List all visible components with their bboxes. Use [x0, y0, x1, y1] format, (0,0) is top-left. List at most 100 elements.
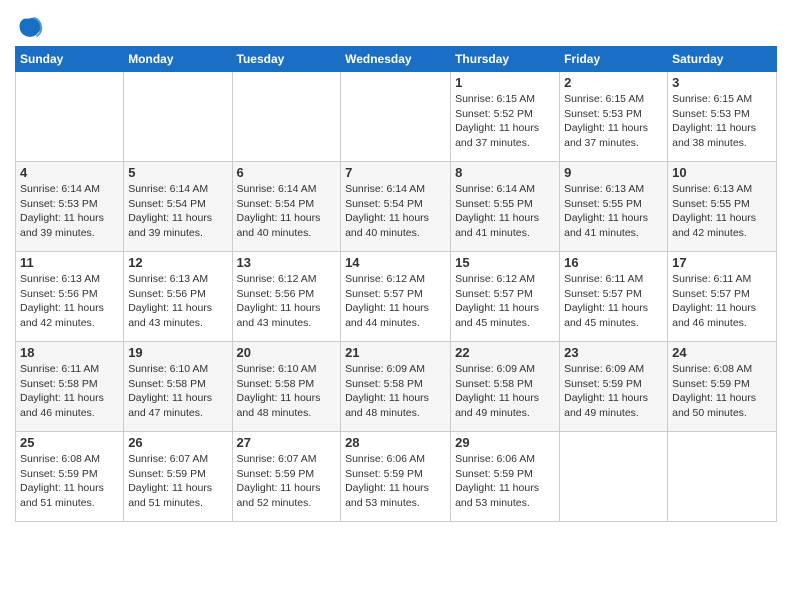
- calendar-cell: 1 Sunrise: 6:15 AM Sunset: 5:52 PM Daylig…: [451, 72, 560, 162]
- weekday-header-saturday: Saturday: [668, 47, 777, 72]
- day-number: 14: [345, 255, 446, 270]
- calendar-cell: 19Sunrise: 6:10 AM Sunset: 5:58 PM Dayli…: [124, 342, 232, 432]
- day-number: 24: [672, 345, 772, 360]
- day-number: 3: [672, 75, 772, 90]
- calendar-cell: 8 Sunrise: 6:14 AM Sunset: 5:55 PM Daylig…: [451, 162, 560, 252]
- calendar-cell: 26Sunrise: 6:07 AM Sunset: 5:59 PM Dayli…: [124, 432, 232, 522]
- day-number: 13: [237, 255, 337, 270]
- calendar-table: SundayMondayTuesdayWednesdayThursdayFrid…: [15, 46, 777, 522]
- day-number: 10: [672, 165, 772, 180]
- day-info: Sunrise: 6:14 AM Sunset: 5:54 PM Dayligh…: [128, 182, 227, 241]
- calendar-cell: 21 Sunrise: 6:09 AM Sunset: 5:58 PM Dayli…: [341, 342, 451, 432]
- weekday-header-sunday: Sunday: [16, 47, 124, 72]
- calendar-cell: 22 Sunrise: 6:09 AM Sunset: 5:58 PM Dayli…: [451, 342, 560, 432]
- weekday-header-row: SundayMondayTuesdayWednesdayThursdayFrid…: [16, 47, 777, 72]
- logo-icon: [15, 14, 43, 42]
- day-number: 12: [128, 255, 227, 270]
- day-number: 2: [564, 75, 663, 90]
- header: [15, 10, 777, 42]
- calendar-cell: 13 Sunrise: 6:12 AM Sunset: 5:56 PM Dayli…: [232, 252, 341, 342]
- day-number: 22: [455, 345, 555, 360]
- day-info: Sunrise: 6:13 AM Sunset: 5:55 PM Dayligh…: [564, 182, 663, 241]
- calendar-week-2: 4 Sunrise: 6:14 AM Sunset: 5:53 PM Daylig…: [16, 162, 777, 252]
- calendar-cell: 2 Sunrise: 6:15 AM Sunset: 5:53 PM Daylig…: [560, 72, 668, 162]
- day-info: Sunrise: 6:15 AM Sunset: 5:53 PM Dayligh…: [564, 92, 663, 151]
- day-number: 29: [455, 435, 555, 450]
- day-number: 9: [564, 165, 663, 180]
- day-info: Sunrise: 6:11 AM Sunset: 5:57 PM Dayligh…: [672, 272, 772, 331]
- weekday-header-wednesday: Wednesday: [341, 47, 451, 72]
- calendar-cell: 4 Sunrise: 6:14 AM Sunset: 5:53 PM Daylig…: [16, 162, 124, 252]
- day-number: 21: [345, 345, 446, 360]
- calendar-cell: 9 Sunrise: 6:13 AM Sunset: 5:55 PM Daylig…: [560, 162, 668, 252]
- calendar-cell: 24 Sunrise: 6:08 AM Sunset: 5:59 PM Dayli…: [668, 342, 777, 432]
- day-number: 18: [20, 345, 119, 360]
- calendar-cell: 28 Sunrise: 6:06 AM Sunset: 5:59 PM Dayli…: [341, 432, 451, 522]
- day-info: Sunrise: 6:12 AM Sunset: 5:56 PM Dayligh…: [237, 272, 337, 331]
- calendar-cell: [341, 72, 451, 162]
- day-info: Sunrise: 6:09 AM Sunset: 5:58 PM Dayligh…: [345, 362, 446, 421]
- calendar-week-1: 1 Sunrise: 6:15 AM Sunset: 5:52 PM Daylig…: [16, 72, 777, 162]
- day-info: Sunrise: 6:08 AM Sunset: 5:59 PM Dayligh…: [672, 362, 772, 421]
- calendar-cell: 10 Sunrise: 6:13 AM Sunset: 5:55 PM Dayli…: [668, 162, 777, 252]
- day-number: 16: [564, 255, 663, 270]
- weekday-header-friday: Friday: [560, 47, 668, 72]
- day-info: Sunrise: 6:07 AM Sunset: 5:59 PM Dayligh…: [237, 452, 337, 511]
- day-number: 27: [237, 435, 337, 450]
- calendar-week-4: 18Sunrise: 6:11 AM Sunset: 5:58 PM Dayli…: [16, 342, 777, 432]
- day-number: 8: [455, 165, 555, 180]
- logo: [15, 14, 46, 42]
- day-number: 20: [237, 345, 337, 360]
- calendar-cell: 18Sunrise: 6:11 AM Sunset: 5:58 PM Dayli…: [16, 342, 124, 432]
- day-info: Sunrise: 6:14 AM Sunset: 5:55 PM Dayligh…: [455, 182, 555, 241]
- calendar-cell: 15Sunrise: 6:12 AM Sunset: 5:57 PM Dayli…: [451, 252, 560, 342]
- calendar-cell: 5 Sunrise: 6:14 AM Sunset: 5:54 PM Daylig…: [124, 162, 232, 252]
- day-info: Sunrise: 6:10 AM Sunset: 5:58 PM Dayligh…: [237, 362, 337, 421]
- day-number: 19: [128, 345, 227, 360]
- day-info: Sunrise: 6:14 AM Sunset: 5:54 PM Dayligh…: [345, 182, 446, 241]
- day-number: 7: [345, 165, 446, 180]
- day-info: Sunrise: 6:06 AM Sunset: 5:59 PM Dayligh…: [345, 452, 446, 511]
- day-info: Sunrise: 6:06 AM Sunset: 5:59 PM Dayligh…: [455, 452, 555, 511]
- day-info: Sunrise: 6:15 AM Sunset: 5:52 PM Dayligh…: [455, 92, 555, 151]
- day-info: Sunrise: 6:12 AM Sunset: 5:57 PM Dayligh…: [455, 272, 555, 331]
- day-info: Sunrise: 6:09 AM Sunset: 5:58 PM Dayligh…: [455, 362, 555, 421]
- day-info: Sunrise: 6:13 AM Sunset: 5:55 PM Dayligh…: [672, 182, 772, 241]
- calendar-cell: 12 Sunrise: 6:13 AM Sunset: 5:56 PM Dayli…: [124, 252, 232, 342]
- day-number: 6: [237, 165, 337, 180]
- calendar-cell: [560, 432, 668, 522]
- day-number: 25: [20, 435, 119, 450]
- day-number: 28: [345, 435, 446, 450]
- day-number: 5: [128, 165, 227, 180]
- day-info: Sunrise: 6:13 AM Sunset: 5:56 PM Dayligh…: [20, 272, 119, 331]
- calendar-cell: [232, 72, 341, 162]
- calendar-cell: [668, 432, 777, 522]
- weekday-header-tuesday: Tuesday: [232, 47, 341, 72]
- day-number: 17: [672, 255, 772, 270]
- calendar-cell: 16 Sunrise: 6:11 AM Sunset: 5:57 PM Dayli…: [560, 252, 668, 342]
- calendar-cell: 27 Sunrise: 6:07 AM Sunset: 5:59 PM Dayli…: [232, 432, 341, 522]
- day-info: Sunrise: 6:13 AM Sunset: 5:56 PM Dayligh…: [128, 272, 227, 331]
- calendar-cell: 17 Sunrise: 6:11 AM Sunset: 5:57 PM Dayli…: [668, 252, 777, 342]
- weekday-header-monday: Monday: [124, 47, 232, 72]
- day-info: Sunrise: 6:14 AM Sunset: 5:53 PM Dayligh…: [20, 182, 119, 241]
- calendar-cell: 3Sunrise: 6:15 AM Sunset: 5:53 PM Daylig…: [668, 72, 777, 162]
- day-info: Sunrise: 6:14 AM Sunset: 5:54 PM Dayligh…: [237, 182, 337, 241]
- day-info: Sunrise: 6:11 AM Sunset: 5:57 PM Dayligh…: [564, 272, 663, 331]
- day-number: 4: [20, 165, 119, 180]
- day-number: 23: [564, 345, 663, 360]
- calendar-cell: 11Sunrise: 6:13 AM Sunset: 5:56 PM Dayli…: [16, 252, 124, 342]
- calendar-week-5: 25 Sunrise: 6:08 AM Sunset: 5:59 PM Dayli…: [16, 432, 777, 522]
- day-info: Sunrise: 6:12 AM Sunset: 5:57 PM Dayligh…: [345, 272, 446, 331]
- weekday-header-thursday: Thursday: [451, 47, 560, 72]
- day-info: Sunrise: 6:08 AM Sunset: 5:59 PM Dayligh…: [20, 452, 119, 511]
- calendar-cell: 20 Sunrise: 6:10 AM Sunset: 5:58 PM Dayli…: [232, 342, 341, 432]
- calendar-cell: 7 Sunrise: 6:14 AM Sunset: 5:54 PM Daylig…: [341, 162, 451, 252]
- calendar-cell: 14 Sunrise: 6:12 AM Sunset: 5:57 PM Dayli…: [341, 252, 451, 342]
- calendar-cell: 29 Sunrise: 6:06 AM Sunset: 5:59 PM Dayli…: [451, 432, 560, 522]
- calendar-cell: 23Sunrise: 6:09 AM Sunset: 5:59 PM Dayli…: [560, 342, 668, 432]
- day-number: 26: [128, 435, 227, 450]
- day-number: 1: [455, 75, 555, 90]
- calendar-week-3: 11Sunrise: 6:13 AM Sunset: 5:56 PM Dayli…: [16, 252, 777, 342]
- calendar-cell: [16, 72, 124, 162]
